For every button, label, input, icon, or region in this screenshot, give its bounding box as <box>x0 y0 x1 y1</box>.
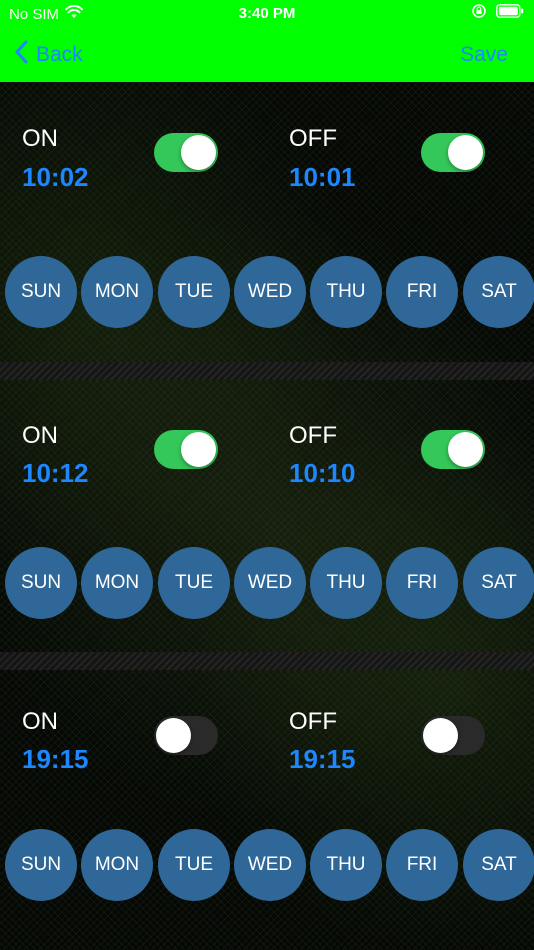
day-mon-button[interactable]: MON <box>81 547 153 619</box>
save-button[interactable]: Save <box>460 43 508 67</box>
on-time[interactable]: 10:12 <box>22 458 89 489</box>
status-right-group <box>472 4 524 22</box>
schedule-entry: ON 10:12 OFF 10:10 SUN MON TUE WED THU F… <box>0 380 534 660</box>
day-wed-button[interactable]: WED <box>234 829 306 901</box>
day-tue-button[interactable]: TUE <box>158 256 230 328</box>
off-label: OFF <box>289 125 337 152</box>
off-toggle[interactable] <box>421 430 485 469</box>
on-label: ON <box>22 422 58 449</box>
off-time[interactable]: 19:15 <box>289 744 356 775</box>
on-label: ON <box>22 708 58 735</box>
toggle-knob <box>156 718 191 753</box>
day-sun-button[interactable]: SUN <box>5 256 77 328</box>
toggle-knob <box>181 432 216 467</box>
status-time: 3:40 PM <box>238 5 296 22</box>
toggle-knob <box>448 432 483 467</box>
off-time[interactable]: 10:01 <box>289 162 356 193</box>
schedule-entry: ON 10:02 OFF 10:01 SUN MON TUE WED THU F… <box>0 82 534 378</box>
day-thu-button[interactable]: THU <box>310 256 382 328</box>
day-sun-button[interactable]: SUN <box>5 829 77 901</box>
on-toggle[interactable] <box>154 133 218 172</box>
on-time[interactable]: 19:15 <box>22 744 89 775</box>
schedule-divider <box>0 652 534 670</box>
toggle-knob <box>423 718 458 753</box>
day-wed-button[interactable]: WED <box>234 547 306 619</box>
day-mon-button[interactable]: MON <box>81 256 153 328</box>
on-time[interactable]: 10:02 <box>22 162 89 193</box>
on-label: ON <box>22 125 58 152</box>
off-label: OFF <box>289 708 337 735</box>
day-tue-button[interactable]: TUE <box>158 547 230 619</box>
toggle-knob <box>181 135 216 170</box>
schedule-entry: ON 19:15 OFF 19:15 SUN MON TUE WED THU F… <box>0 670 534 950</box>
day-thu-button[interactable]: THU <box>310 547 382 619</box>
day-fri-button[interactable]: FRI <box>386 829 458 901</box>
day-mon-button[interactable]: MON <box>81 829 153 901</box>
back-label: Back <box>36 43 83 66</box>
schedule-divider <box>0 362 534 380</box>
weekday-selector: SUN MON TUE WED THU FRI SAT <box>5 256 534 328</box>
on-toggle[interactable] <box>154 430 218 469</box>
day-thu-button[interactable]: THU <box>310 829 382 901</box>
navigation-bar: Back Save <box>0 28 534 82</box>
day-tue-button[interactable]: TUE <box>158 829 230 901</box>
off-label: OFF <box>289 422 337 449</box>
day-sun-button[interactable]: SUN <box>5 547 77 619</box>
day-wed-button[interactable]: WED <box>234 256 306 328</box>
day-sat-button[interactable]: SAT <box>463 547 534 619</box>
toggle-knob <box>448 135 483 170</box>
chevron-left-icon <box>14 40 28 70</box>
off-time[interactable]: 10:10 <box>289 458 356 489</box>
schedule-list: ON 10:02 OFF 10:01 SUN MON TUE WED THU F… <box>0 82 534 950</box>
weekday-selector: SUN MON TUE WED THU FRI SAT <box>5 829 534 901</box>
status-bar: No SIM 3:40 PM <box>0 0 534 28</box>
day-sat-button[interactable]: SAT <box>463 829 534 901</box>
day-sat-button[interactable]: SAT <box>463 256 534 328</box>
day-fri-button[interactable]: FRI <box>386 547 458 619</box>
back-button[interactable]: Back <box>14 40 83 70</box>
orientation-lock-icon <box>472 4 486 22</box>
day-fri-button[interactable]: FRI <box>386 256 458 328</box>
off-toggle[interactable] <box>421 133 485 172</box>
on-toggle[interactable] <box>154 716 218 755</box>
weekday-selector: SUN MON TUE WED THU FRI SAT <box>5 547 534 619</box>
battery-icon <box>496 4 524 22</box>
off-toggle[interactable] <box>421 716 485 755</box>
